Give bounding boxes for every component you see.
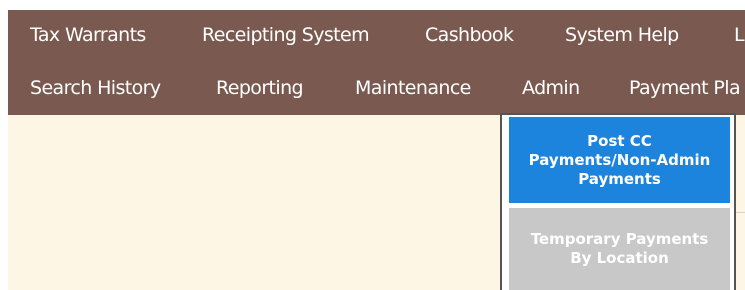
nav-item-tax-warrants[interactable]: Tax Warrants [30, 10, 146, 60]
nav-item-cashbook[interactable]: Cashbook [425, 10, 514, 60]
nav-item-search-history[interactable]: Search History [30, 63, 161, 113]
menu-item-post-cc-payments[interactable]: Post CC Payments/Non-Admin Payments [509, 117, 730, 203]
main-nav-bar: Tax Warrants Receipting System Cashbook … [8, 10, 745, 115]
nav-item-maintenance[interactable]: Maintenance [355, 63, 471, 113]
content-divider [736, 212, 745, 213]
nav-row-2: Search History Reporting Maintenance Adm… [8, 63, 745, 113]
nav-item-truncated[interactable]: L [734, 10, 745, 60]
nav-item-receipting-system[interactable]: Receipting System [202, 10, 370, 60]
nav-item-reporting[interactable]: Reporting [216, 63, 304, 113]
menu-item-temporary-payments-by-location[interactable]: Temporary Payments By Location [509, 208, 730, 290]
nav-item-payment-plans[interactable]: Payment Pla [629, 63, 741, 113]
admin-dropdown-menu: Post CC Payments/Non-Admin Payments Temp… [500, 113, 736, 290]
nav-item-admin[interactable]: Admin [522, 63, 580, 113]
nav-item-system-help[interactable]: System Help [565, 10, 679, 60]
nav-row-1: Tax Warrants Receipting System Cashbook … [8, 10, 745, 60]
